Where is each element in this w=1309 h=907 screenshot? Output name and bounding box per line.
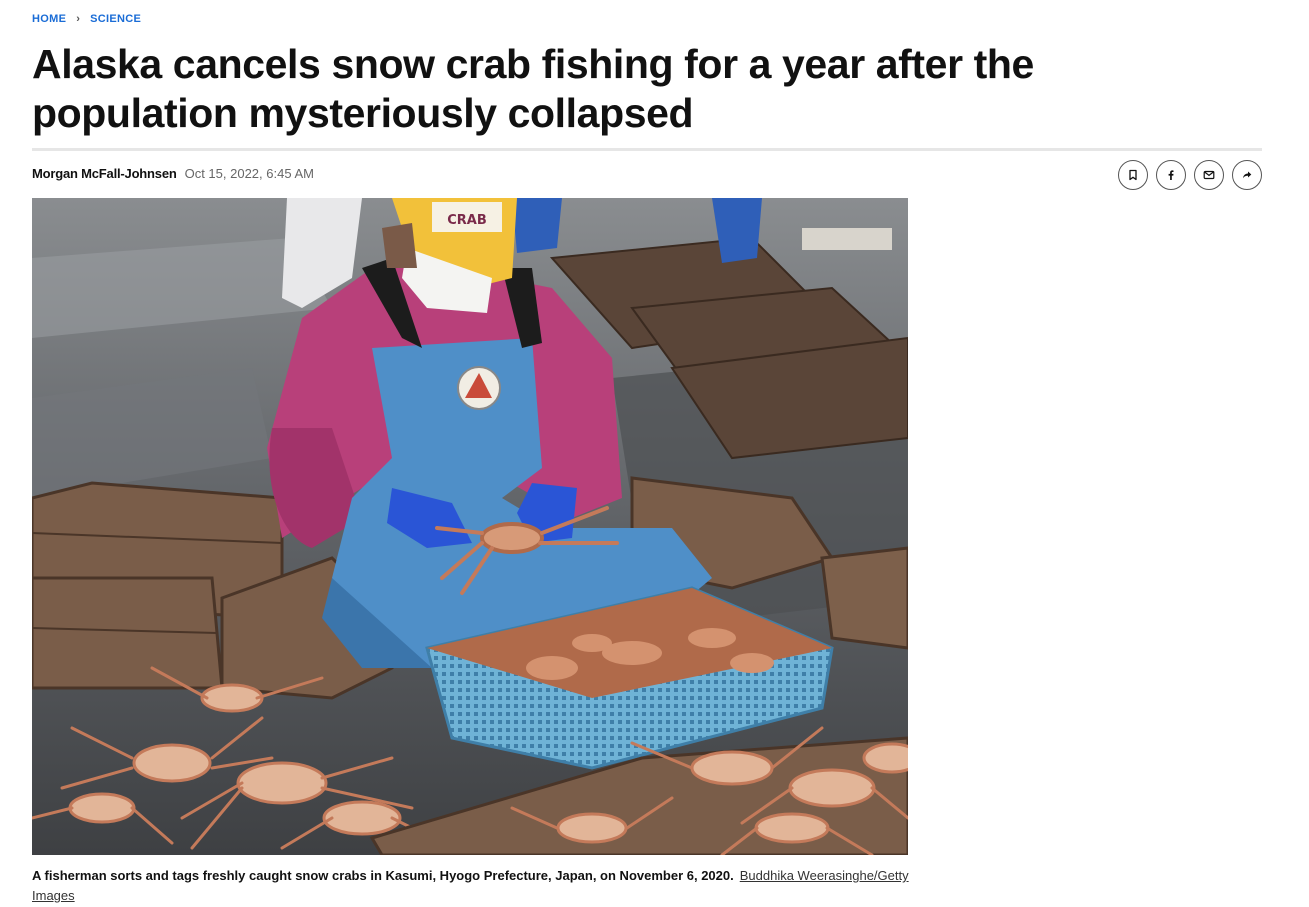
share-icon (1243, 171, 1252, 179)
hero-image: CRAB (32, 198, 908, 855)
caption-text: A fisherman sorts and tags freshly caugh… (32, 868, 734, 883)
author-link[interactable]: Morgan McFall-Johnsen (32, 166, 177, 181)
publish-date: Oct 15, 2022, 6:45 AM (184, 166, 314, 181)
facebook-share-button[interactable] (1156, 160, 1186, 190)
headline-divider (32, 148, 1262, 151)
email-share-button[interactable] (1194, 160, 1224, 190)
cap-lettering: CRAB (447, 213, 487, 228)
bookmark-button[interactable] (1118, 160, 1148, 190)
image-caption: A fisherman sorts and tags freshly caugh… (32, 866, 912, 906)
email-icon (1203, 170, 1215, 180)
byline: Morgan McFall-Johnsen Oct 15, 2022, 6:45… (32, 166, 314, 181)
bookmark-icon (1129, 169, 1137, 181)
breadcrumb-separator: › (76, 13, 81, 25)
breadcrumb-home-link[interactable]: HOME (32, 13, 66, 25)
breadcrumb: HOME › SCIENCE (32, 13, 141, 25)
facebook-icon (1168, 170, 1174, 180)
article-headline: Alaska cancels snow crab fishing for a y… (32, 41, 1034, 136)
share-button[interactable] (1232, 160, 1262, 190)
share-bar (1118, 160, 1262, 190)
fisherman-photo: CRAB (32, 198, 908, 855)
breadcrumb-section-link[interactable]: SCIENCE (90, 13, 141, 25)
